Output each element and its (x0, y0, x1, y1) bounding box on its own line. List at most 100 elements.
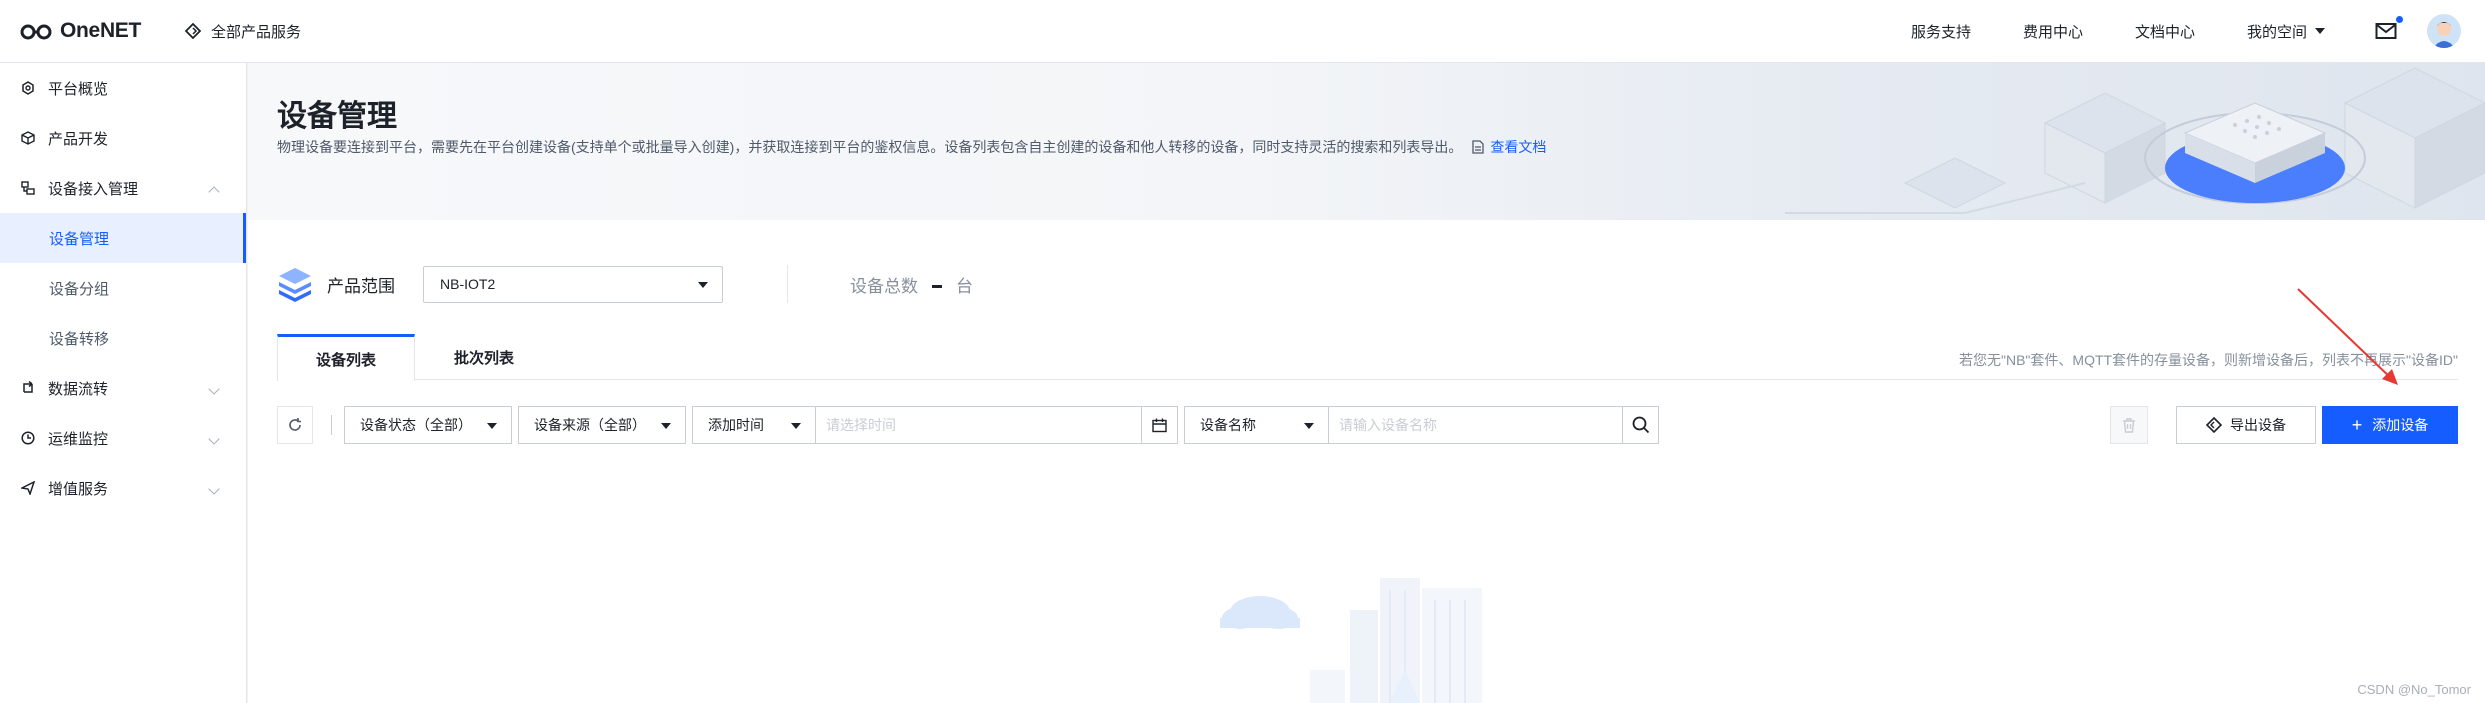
time-type-select[interactable]: 添加时间 (692, 406, 816, 444)
caret-down-icon (698, 281, 708, 288)
refresh-icon (289, 418, 301, 431)
time-type-value: 添加时间 (708, 417, 764, 433)
device-name-input[interactable] (1339, 417, 1658, 433)
tab-batch-list[interactable]: 批次列表 (415, 334, 553, 380)
send-icon (20, 480, 36, 496)
chevron-down-icon (208, 433, 220, 445)
calendar-button[interactable] (1141, 407, 1177, 443)
avatar-icon (2427, 14, 2461, 48)
device-name-field[interactable] (1329, 406, 1659, 444)
time-range-field[interactable] (816, 406, 1178, 444)
export-icon (2206, 417, 2222, 433)
device-source-value: 设备来源（全部） (534, 417, 646, 433)
mail-button[interactable] (2375, 16, 2403, 40)
time-range-input[interactable] (826, 417, 1177, 433)
caret-down-icon (487, 423, 497, 429)
sidebar-item-overview[interactable]: 平台概览 (0, 63, 246, 113)
empty-state-illustration (1220, 578, 1482, 703)
document-icon (1472, 140, 1484, 154)
sidebar-item-label: 设备接入管理 (48, 180, 139, 198)
banner-illustration (1785, 67, 2485, 214)
product-scope-row: 产品范围 NB-IOT2 设备总数 台 (277, 265, 973, 303)
sidebar-subitem-device-management[interactable]: 设备管理 (0, 213, 246, 263)
search-button[interactable] (1622, 407, 1658, 443)
device-total-value (932, 284, 942, 288)
sidebar-item-label: 数据流转 (48, 380, 109, 398)
sidebar-item-label: 运维监控 (48, 430, 109, 448)
page-description-text: 物理设备要连接到平台，需要先在平台创建设备(支持单个或批量导入创建)，并获取连接… (277, 139, 1463, 155)
my-space-dropdown[interactable]: 我的空间 (2247, 21, 2325, 42)
name-type-value: 设备名称 (1200, 417, 1256, 433)
flow-icon (20, 380, 36, 396)
chevron-up-icon (208, 186, 220, 198)
sidebar-item-value-added[interactable]: 增值服务 (0, 463, 246, 513)
sidebar-item-product-dev[interactable]: 产品开发 (0, 113, 246, 163)
device-total-label: 设备总数 (850, 276, 918, 296)
monitor-icon (20, 430, 36, 446)
caret-down-icon (2315, 28, 2325, 34)
filter-separator (331, 415, 332, 435)
device-status-select[interactable]: 设备状态（全部） (344, 406, 512, 444)
add-device-label: 添加设备 (2372, 417, 2429, 433)
onenet-logo-icon (20, 24, 52, 40)
all-products-label: 全部产品服务 (211, 23, 302, 41)
tab-hint-text: 若您无"NB"套件、MQTT套件的存量设备，则新增设备后，列表不再展示"设备ID… (1959, 352, 2458, 368)
sidebar-item-label: 增值服务 (48, 480, 109, 498)
onenet-logo[interactable]: OneNET (20, 19, 141, 43)
page-description: 物理设备要连接到平台，需要先在平台创建设备(支持单个或批量导入创建)，并获取连接… (277, 137, 1546, 157)
sidebar: 平台概览 产品开发 设备接入管理 设备管理 设备分组 设备转移 数据流转 运维监… (0, 63, 247, 703)
name-type-select[interactable]: 设备名称 (1184, 406, 1329, 444)
sidebar-item-ops-monitor[interactable]: 运维监控 (0, 413, 246, 463)
sidebar-subitem-device-group[interactable]: 设备分组 (0, 263, 246, 313)
delete-button[interactable] (2110, 406, 2148, 444)
device-source-select[interactable]: 设备来源（全部） (518, 406, 686, 444)
product-stack-icon (279, 268, 311, 302)
divider (787, 265, 788, 303)
main-content: 产品范围 NB-IOT2 设备总数 台 设备列表 批次列表 若您无"NB"套件、… (248, 220, 2485, 703)
csdn-watermark: CSDN @No_Tomor (2357, 682, 2471, 697)
export-devices-label: 导出设备 (2230, 417, 2286, 433)
my-space-label: 我的空间 (2246, 23, 2307, 41)
top-bar: OneNET 全部产品服务 服务支持 费用中心 文档中心 我的空间 (0, 0, 2485, 63)
chevron-down-icon (208, 483, 220, 495)
cube-icon (20, 130, 36, 146)
export-devices-button[interactable]: 导出设备 (2176, 406, 2316, 444)
user-avatar[interactable] (2427, 14, 2461, 48)
logo-text: OneNET (60, 19, 142, 42)
diamond-icon (185, 23, 202, 39)
search-icon (1632, 416, 1649, 434)
product-select-value: NB-IOT2 (440, 276, 496, 292)
toolbar-actions: 导出设备 + 添加设备 (2110, 406, 2458, 444)
all-products-menu[interactable]: 全部产品服务 (185, 21, 301, 42)
sidebar-item-data-flow[interactable]: 数据流转 (0, 363, 246, 413)
filter-toolbar: 设备状态（全部） 设备来源（全部） 添加时间 设备名称 (277, 405, 2458, 445)
add-device-button[interactable]: + 添加设备 (2322, 406, 2458, 444)
sidebar-item-label: 平台概览 (48, 80, 109, 98)
sidebar-item-device-access[interactable]: 设备接入管理 (0, 163, 246, 213)
refresh-button[interactable] (277, 406, 313, 444)
device-status-value: 设备状态（全部） (360, 417, 472, 433)
tab-device-list[interactable]: 设备列表 (277, 334, 415, 381)
billing-center-link[interactable]: 费用中心 (2023, 21, 2083, 42)
trash-icon (2123, 418, 2135, 433)
mail-icon (2375, 23, 2397, 39)
top-right-nav: 服务支持 费用中心 文档中心 我的空间 (1911, 0, 2461, 62)
page-banner: 设备管理 物理设备要连接到平台，需要先在平台创建设备(支持单个或批量导入创建)，… (248, 63, 2485, 220)
notification-dot (2396, 16, 2403, 23)
sidebar-subitem-device-transfer[interactable]: 设备转移 (0, 313, 246, 363)
chevron-down-icon (208, 383, 220, 395)
device-icon (20, 180, 36, 196)
caret-down-icon (791, 423, 801, 429)
list-tabs: 设备列表 批次列表 若您无"NB"套件、MQTT套件的存量设备，则新增设备后，列… (277, 334, 2458, 381)
caret-down-icon (661, 423, 671, 429)
page-title: 设备管理 (277, 100, 397, 133)
caret-down-icon (1304, 423, 1314, 429)
product-select[interactable]: NB-IOT2 (423, 265, 723, 303)
service-support-link[interactable]: 服务支持 (1911, 21, 1971, 42)
gear-icon (20, 80, 36, 96)
plus-icon: + (2351, 414, 2363, 435)
product-scope-label: 产品范围 (327, 276, 395, 296)
sidebar-item-label: 产品开发 (48, 130, 109, 148)
docs-center-link[interactable]: 文档中心 (2135, 21, 2195, 42)
calendar-icon (1152, 418, 1167, 432)
